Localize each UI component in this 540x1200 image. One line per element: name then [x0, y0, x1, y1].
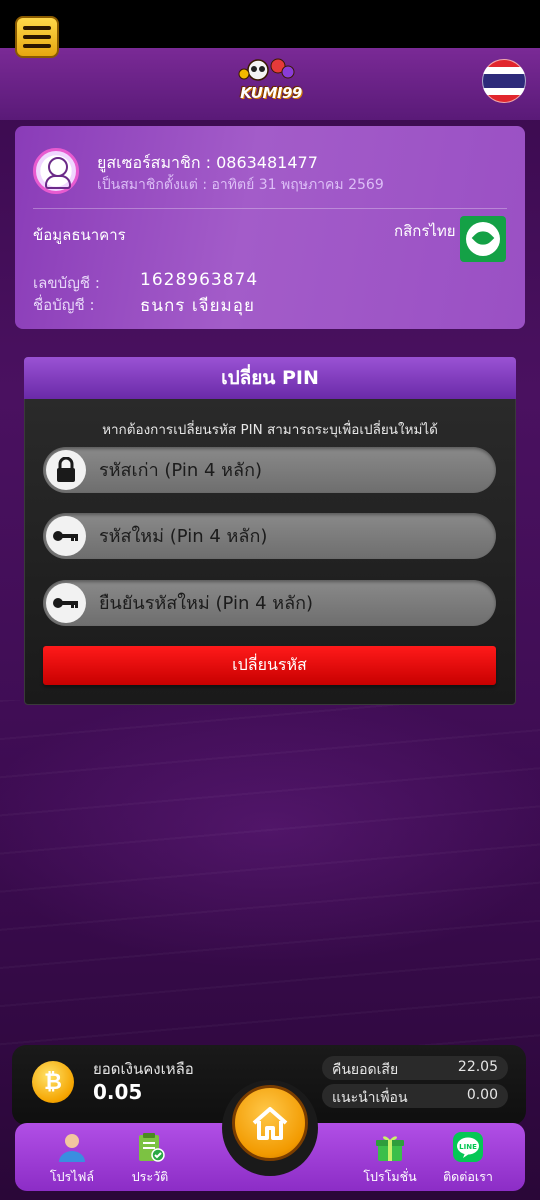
nav-contact-label: ติดต่อเรา [443, 1169, 493, 1184]
logo-mascot-icon [238, 58, 295, 81]
change-pin-button[interactable]: เปลี่ยนรหัส [43, 646, 496, 685]
bitcoin-coin-icon: ₿ [32, 1061, 74, 1103]
bank-info-title: ข้อมูลธนาคาร [33, 226, 126, 244]
account-name-value: ธนกร เจียมอุย [140, 296, 255, 316]
referral-value: 0.00 [466, 1087, 498, 1103]
status-bar [0, 0, 540, 48]
home-button[interactable] [232, 1085, 308, 1161]
member-since: เป็นสมาชิกตั้งแต่ : อาทิตย์ 31 พฤษภาคม 2… [97, 177, 384, 193]
account-name-label: ชื่อบัญชี : [33, 296, 95, 314]
gift-icon [376, 1136, 404, 1161]
balance-label: ยอดเงินคงเหลือ [93, 1060, 194, 1078]
nav-contact[interactable]: LINE ติดต่อเรา [428, 1131, 508, 1187]
background-texture [0, 700, 540, 1060]
cashback-value: 22.05 [457, 1059, 498, 1075]
confirm-pin-field[interactable] [43, 580, 496, 626]
change-pin-hint: หากต้องการเปลี่ยนรหัส PIN สามารถระบุเพื่… [102, 422, 438, 438]
change-pin-title: เปลี่ยน PIN [24, 357, 516, 399]
nav-profile-label: โปรไฟล์ [49, 1169, 95, 1184]
old-pin-field[interactable] [43, 447, 496, 493]
profile-divider [33, 208, 507, 209]
confirm-pin-input[interactable] [99, 580, 479, 626]
logo-text: KUMI99 [240, 84, 302, 102]
old-pin-input[interactable] [99, 447, 479, 493]
profile-icon [59, 1134, 85, 1162]
nav-history[interactable]: ประวัติ [110, 1131, 190, 1187]
account-number-label: เลขบัญชี : [33, 274, 100, 292]
bank-name: กสิกรไทย [394, 222, 456, 240]
referral-label: แนะนำเพื่อน [332, 1090, 408, 1106]
cashback-row[interactable]: คืนยอดเสีย 22.05 [322, 1056, 508, 1080]
new-pin-field[interactable] [43, 513, 496, 559]
avatar-user-icon [33, 148, 79, 194]
home-icon [252, 1107, 288, 1140]
account-number-value: 1628963874 [140, 270, 259, 290]
new-pin-input[interactable] [99, 513, 479, 559]
balance-value: 0.05 [93, 1080, 143, 1104]
key-icon [46, 583, 86, 623]
line-chat-icon: LINE [453, 1132, 483, 1162]
nav-history-label: ประวัติ [131, 1169, 169, 1184]
key-icon [46, 516, 86, 556]
thai-flag-icon[interactable] [482, 59, 526, 103]
clipboard-check-icon [139, 1133, 165, 1162]
brand-logo[interactable]: KUMI99 [232, 54, 310, 104]
cashback-label: คืนยอดเสีย [332, 1062, 399, 1078]
nav-promotion-label: โปรโมชั่น [363, 1169, 417, 1184]
lock-icon [46, 450, 86, 490]
hamburger-menu-icon[interactable] [15, 16, 59, 58]
svg-text:LINE: LINE [459, 1143, 477, 1151]
referral-row[interactable]: แนะนำเพื่อน 0.00 [322, 1084, 508, 1108]
nav-promotion[interactable]: โปรโมชั่น [350, 1131, 430, 1187]
kasikorn-bank-logo-icon [460, 216, 506, 262]
member-username: ยูสเซอร์สมาชิก : 0863481477 [97, 153, 318, 172]
nav-profile[interactable]: โปรไฟล์ [32, 1131, 112, 1187]
